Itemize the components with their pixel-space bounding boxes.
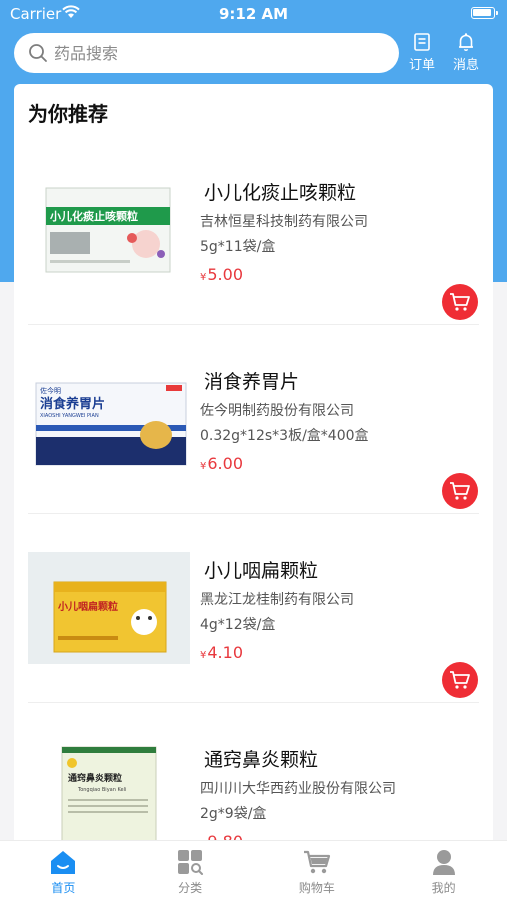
product-item[interactable]: 小儿化痰止咳颗粒 小儿化痰止咳颗粒 吉林恒星科技制药有限公司 5g*11袋/盒 … <box>14 136 493 325</box>
product-name: 小儿化痰止咳颗粒 <box>204 182 357 204</box>
product-image: 佐今明 消食养胃片 XIAOSHI YANGWEI PIAN <box>28 363 190 475</box>
category-icon <box>178 850 204 875</box>
recommend-card: 为你推荐 小儿化痰止咳颗粒 小儿化痰止咳颗粒 吉林恒星科技制药有限公司 5g*1… <box>14 84 493 840</box>
cart-icon <box>450 671 470 689</box>
tab-profile[interactable]: 我的 <box>380 841 507 900</box>
product-spec: 5g*11袋/盒 <box>200 239 276 255</box>
currency-symbol: ¥ <box>200 272 207 283</box>
product-name: 通窍鼻炎颗粒 <box>204 749 319 771</box>
tab-label: 首页 <box>51 881 76 895</box>
search-icon <box>29 44 47 62</box>
product-name: 小儿咽扁颗粒 <box>204 560 319 582</box>
tab-home[interactable]: 首页 <box>0 841 127 900</box>
box-label: 通窍鼻炎颗粒 <box>68 772 122 784</box>
tab-category[interactable]: 分类 <box>127 841 254 900</box>
box-brand: 佐今明 <box>40 386 61 395</box>
messages-button[interactable]: 消息 <box>446 32 486 73</box>
box-pinyin: Tongqiao Biyan Keli <box>77 787 126 793</box>
cart-icon <box>450 482 470 500</box>
price-value: 4.10 <box>207 643 243 662</box>
price-value: 9.80 <box>207 832 243 840</box>
product-name: 消食养胃片 <box>204 371 300 393</box>
product-spec: 4g*12袋/盒 <box>200 617 276 633</box>
price-value: 6.00 <box>207 454 243 473</box>
product-image: 小儿化痰止咳颗粒 <box>28 174 190 286</box>
home-icon <box>51 851 76 874</box>
status-time: 9:12 AM <box>218 5 289 23</box>
product-price: ¥6.00 <box>200 454 243 473</box>
orders-label: 订单 <box>408 58 435 73</box>
box-pinyin: XIAOSHI YANGWEI PIAN <box>40 413 99 419</box>
product-maker: 黑龙江龙桂制药有限公司 <box>200 592 354 608</box>
add-to-cart-button[interactable] <box>442 662 478 698</box>
messages-label: 消息 <box>452 58 479 73</box>
currency-symbol: ¥ <box>200 650 207 661</box>
section-title: 为你推荐 <box>28 102 108 126</box>
product-spec: 0.32g*12s*3板/盒*400盒 <box>200 428 369 444</box>
cart-icon <box>450 293 470 311</box>
add-to-cart-button[interactable] <box>442 284 478 320</box>
product-spec: 2g*9袋/盒 <box>200 806 267 822</box>
orders-button[interactable]: 订单 <box>402 32 442 73</box>
tab-label: 我的 <box>431 881 456 895</box>
product-item[interactable]: 小儿咽扁颗粒 小儿咽扁颗粒 黑龙江龙桂制药有限公司 4g*12袋/盒 ¥4.10 <box>14 514 493 703</box>
box-label: 小儿咽扁颗粒 <box>57 600 118 613</box>
cart-icon <box>303 850 330 874</box>
orders-icon <box>414 33 430 51</box>
product-price: ¥5.00 <box>200 265 243 284</box>
product-price: ¥9.80 <box>200 832 243 840</box>
currency-symbol: ¥ <box>200 461 207 472</box>
box-label: 消食养胃片 <box>40 396 105 412</box>
product-maker: 佐今明制药股份有限公司 <box>200 403 354 419</box>
tab-label: 购物车 <box>298 881 335 895</box>
add-to-cart-button[interactable] <box>442 473 478 509</box>
product-image: 通窍鼻炎颗粒 Tongqiao Biyan Keli <box>28 741 190 840</box>
product-maker: 四川川大华西药业股份有限公司 <box>200 781 396 797</box>
status-bar: Carrier 9:12 AM <box>0 0 507 28</box>
search-bar[interactable] <box>14 33 399 73</box>
search-input[interactable] <box>54 43 374 63</box>
tab-bar: 首页 分类 购物车 我的 <box>0 840 507 900</box>
tab-label: 分类 <box>178 881 203 895</box>
product-item[interactable]: 通窍鼻炎颗粒 Tongqiao Biyan Keli 通窍鼻炎颗粒 四川川大华西… <box>14 703 493 840</box>
bell-icon <box>459 33 473 51</box>
battery-icon <box>471 7 498 19</box>
profile-icon <box>432 850 455 875</box>
tab-cart[interactable]: 购物车 <box>254 841 381 900</box>
product-item[interactable]: 佐今明 消食养胃片 XIAOSHI YANGWEI PIAN 消食养胃片 佐今明… <box>14 325 493 514</box>
product-price: ¥4.10 <box>200 643 243 662</box>
price-value: 5.00 <box>207 265 243 284</box>
box-label: 小儿化痰止咳颗粒 <box>49 209 138 223</box>
product-maker: 吉林恒星科技制药有限公司 <box>200 214 368 230</box>
product-image: 小儿咽扁颗粒 <box>28 552 190 664</box>
